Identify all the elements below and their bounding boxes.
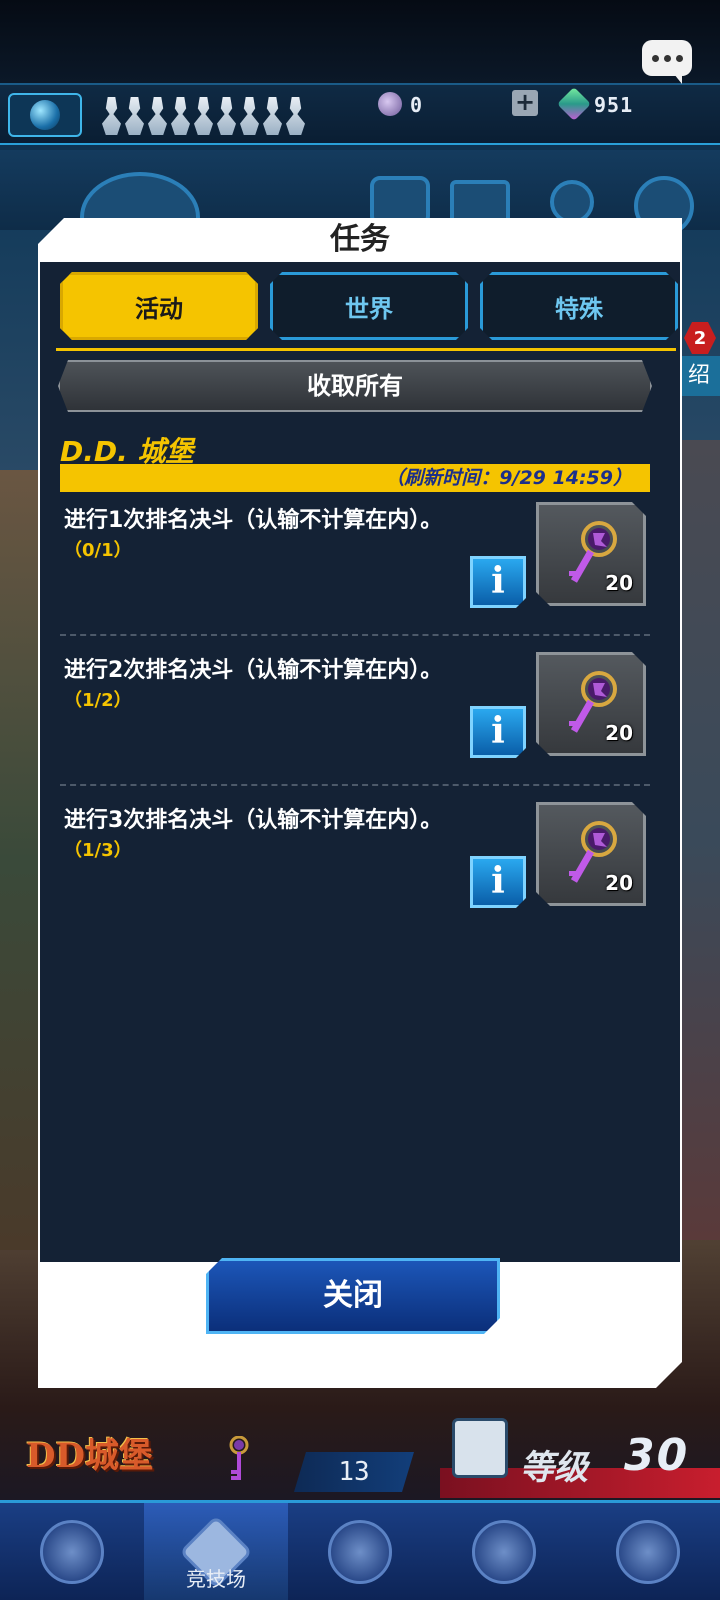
nav-shop[interactable] bbox=[288, 1503, 432, 1600]
mission-text: 进行1次排名决斗（认输不计算在内）。 bbox=[64, 508, 443, 533]
tab-underline bbox=[56, 348, 676, 351]
level-label: 等级 bbox=[520, 1448, 588, 1488]
shop-cart-icon bbox=[328, 1519, 392, 1584]
cards-icon bbox=[472, 1519, 536, 1584]
gems-value: 951 bbox=[594, 93, 634, 117]
info-button[interactable]: i bbox=[470, 706, 526, 758]
deck-icon[interactable] bbox=[452, 1418, 508, 1478]
scene-left-edge bbox=[0, 470, 40, 1250]
key-count-box: 13 bbox=[294, 1452, 414, 1492]
top-bar bbox=[0, 0, 720, 85]
mission-row: 进行2次排名决斗（认输不计算在内）。 （1/2） i 20 bbox=[60, 648, 650, 786]
reward-quantity: 20 bbox=[605, 721, 633, 745]
nav-missions[interactable] bbox=[576, 1503, 720, 1600]
life-points-icons bbox=[102, 97, 305, 135]
nav-cards[interactable] bbox=[432, 1503, 576, 1600]
bottom-nav: 竞技场 bbox=[0, 1500, 720, 1600]
tab-world[interactable]: 世界 bbox=[270, 272, 468, 340]
dialog-panel: 活动 世界 特殊 收取所有 D.D. 城堡 （刷新时间：9/29 14:59） … bbox=[40, 262, 680, 1262]
globe-icon[interactable] bbox=[8, 93, 82, 137]
orb-icon bbox=[378, 92, 402, 116]
reward-slot[interactable]: 20 bbox=[536, 652, 646, 756]
chat-bubble-icon[interactable] bbox=[642, 40, 692, 84]
nav-arena-label: 竞技场 bbox=[186, 1567, 246, 1591]
missions-dialog: 任务 活动 世界 特殊 收取所有 D.D. 城堡 （刷新时间：9/29 14:5… bbox=[38, 218, 682, 1388]
reward-slot[interactable]: 20 bbox=[536, 502, 646, 606]
dialog-title: 任务 bbox=[330, 222, 390, 257]
mission-text: 进行2次排名决斗（认输不计算在内）。 bbox=[64, 658, 443, 683]
close-button[interactable]: 关闭 bbox=[206, 1258, 500, 1334]
missions-icon bbox=[616, 1519, 680, 1584]
info-button[interactable]: i bbox=[470, 856, 526, 908]
nav-arena[interactable]: 竞技场 bbox=[144, 1503, 288, 1600]
info-button[interactable]: i bbox=[470, 556, 526, 608]
mission-progress: （0/1） bbox=[64, 540, 132, 561]
mission-row: 进行3次排名决斗（认输不计算在内）。 （1/3） i 20 bbox=[60, 798, 650, 936]
key-count: 13 bbox=[338, 1457, 370, 1487]
mission-progress: （1/3） bbox=[64, 840, 132, 861]
notification-badge: 2 bbox=[684, 322, 716, 354]
reward-slot[interactable]: 20 bbox=[536, 802, 646, 906]
collect-all-button[interactable]: 收取所有 bbox=[58, 360, 652, 412]
add-gems-button[interactable]: + bbox=[512, 90, 538, 116]
key-icon bbox=[229, 1436, 249, 1480]
side-menu-label[interactable]: 绍 bbox=[678, 356, 720, 396]
tab-events[interactable]: 活动 bbox=[60, 272, 258, 340]
orbs-value: 0 bbox=[410, 93, 424, 117]
level-value: 30 bbox=[624, 1430, 690, 1481]
mission-text: 进行3次排名决斗（认输不计算在内）。 bbox=[64, 808, 443, 833]
reward-quantity: 20 bbox=[605, 871, 633, 895]
duelist-icon bbox=[40, 1519, 104, 1584]
tab-special[interactable]: 特殊 bbox=[480, 272, 678, 340]
tab-bar: 活动 世界 特殊 bbox=[48, 268, 678, 344]
dd-castle-logo: DD城堡 bbox=[26, 1436, 153, 1476]
reward-quantity: 20 bbox=[605, 571, 633, 595]
mission-progress: （1/2） bbox=[64, 690, 132, 711]
refresh-time: （刷新时间：9/29 14:59） bbox=[60, 464, 650, 492]
mission-row: 进行1次排名决斗（认输不计算在内）。 （0/1） i 20 bbox=[60, 498, 650, 636]
nav-duelist[interactable] bbox=[0, 1503, 144, 1600]
